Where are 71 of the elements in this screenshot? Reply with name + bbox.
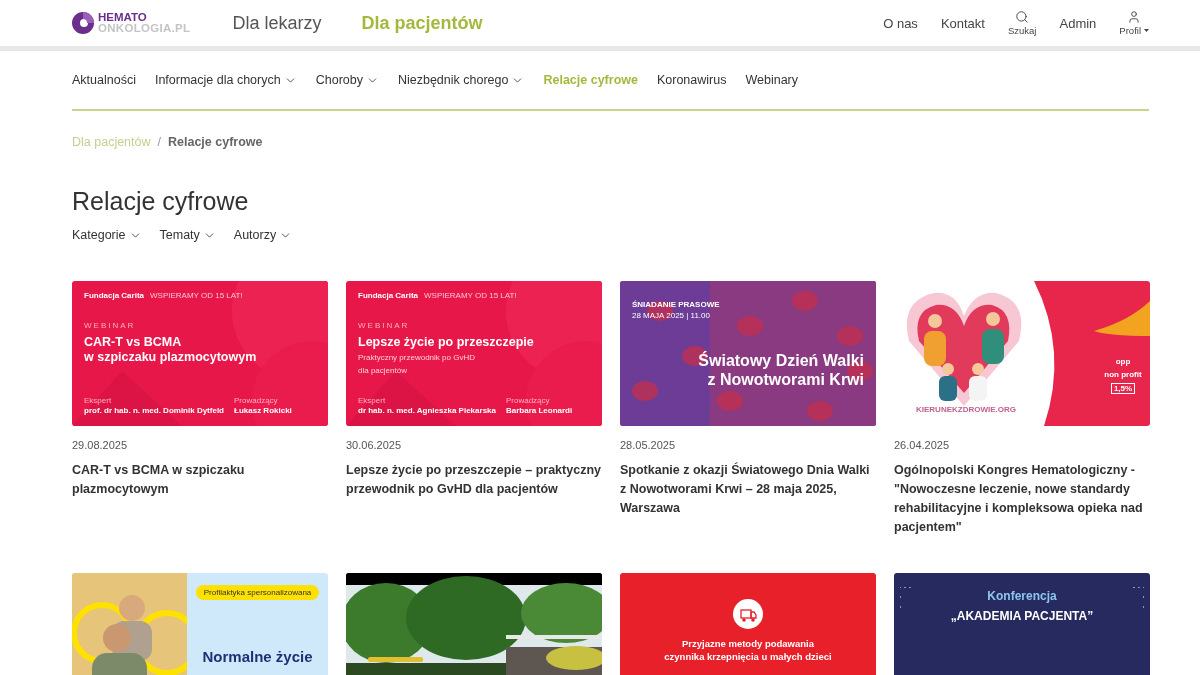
current-page-title: Relacje cyfrowe xyxy=(168,135,263,149)
breadcrumb-separator: / xyxy=(157,135,161,149)
menu-item[interactable]: Niezbędnik chorego xyxy=(397,73,525,87)
event-thumbnail[interactable]: ŚNIADANIE PRASOWE 28 MAJA 2025 | 11.00 Światowy Dzień Walki z Nowotworami Krwi xyxy=(620,281,876,426)
conference-thumbnail[interactable]: Konferencja „AKADEMIA PACJENTA” xyxy=(894,573,1150,675)
expert-name: dr hab. n. med. Agnieszka Piekarska xyxy=(358,406,496,416)
thumbnail-headline: czynnika krzepnięcia u małych dzieci xyxy=(664,650,832,663)
brand-tagline: WSPIERAMY OD 15 LAT! xyxy=(150,291,243,301)
conference-name: „AKADEMIA PACJENTA” xyxy=(950,609,1094,623)
campaign-label: opp xyxy=(1114,357,1132,366)
brand-name: Fundacja Carita xyxy=(84,291,144,301)
nav-link[interactable]: Kontakt xyxy=(940,15,985,31)
expert-label: Ekspert xyxy=(358,396,387,406)
thumbnail-headline: Lepsze życie po przeszczepie xyxy=(358,335,535,350)
brand-tagline: WSPIERAMY OD 15 LAT! xyxy=(424,291,517,301)
search-button[interactable]: Szukaj xyxy=(1007,10,1037,36)
card-date: 26.04.2025 xyxy=(894,439,951,451)
card-date: 29.08.2025 xyxy=(72,439,129,451)
webinar-tag: WEBINAR xyxy=(358,321,590,331)
thumbnail-headline: CAR-T vs BCMA xyxy=(84,335,183,350)
webinar-thumbnail[interactable]: Fundacja Carita WSPIERAMY OD 15 LAT! WEBINAR CAR-T vs BCMA w szpiczaku plazmocytowym Ekspert prof. dr hab. n. med. Dominik Dytfeld Prowadzący Łukasz Rokicki xyxy=(72,281,328,426)
thumbnail-subtitle: dla pacjentów xyxy=(358,366,408,376)
campaign-label: 1,5% xyxy=(1110,383,1136,394)
menu-item[interactable]: Aktualności xyxy=(72,73,136,87)
filter-dropdown[interactable]: Autorzy xyxy=(233,228,293,242)
expert-name: prof. dr hab. n. med. Dominik Dytfeld xyxy=(84,406,224,416)
host-name: Łukasz Rokicki xyxy=(234,406,292,416)
filter-dropdown[interactable]: Kategorie xyxy=(72,228,142,242)
webinar-thumbnail[interactable]: Fundacja Carita WSPIERAMY OD 15 LAT! WEBINAR Lepsze życie po przeszczepie Praktyczny przewodnik po GvHD dla pacjentów Ekspert dr hab. n. med. Agnieszka Piekarska Prowadzący Barbara Leonardi xyxy=(346,281,602,426)
menu-item[interactable]: Informacje dla chorych xyxy=(154,73,297,87)
card-title[interactable]: Ogólnopolski Kongres Hematologiczny - "Nowoczesne leczenie, nowe standardy rehabilitacyjne i kompleksowa opieka nad pacjentem" xyxy=(894,461,1150,537)
expert-label: Ekspert xyxy=(84,396,113,406)
user-icon xyxy=(1127,10,1142,24)
card-date: 28.05.2025 xyxy=(620,439,677,451)
topic-pill: Profilaktyka spersonalizowana xyxy=(195,585,320,600)
filter-dropdown[interactable]: Tematy xyxy=(159,228,216,242)
event-label: ŚNIADANIE PRASOWE xyxy=(632,299,721,310)
page-title: Relacje cyfrowe xyxy=(72,187,250,216)
event-time: 28 MAJA 2025 | 11.00 xyxy=(632,310,711,321)
thumbnail-subtitle: Praktyczny przewodnik po GvHD xyxy=(358,353,476,363)
site-logo[interactable]: HEMATO ONKOLOGIA.PL xyxy=(98,12,191,34)
card-date: 30.06.2025 xyxy=(346,439,403,451)
thumbnail-headline: w szpiczaku plazmocytowym xyxy=(84,350,258,365)
card-title[interactable]: CAR-T vs BCMA w szpiczaku plazmocytowym xyxy=(72,461,328,499)
search-icon xyxy=(1015,10,1030,24)
menu-item[interactable]: Webinary xyxy=(745,73,798,87)
card-title[interactable]: Spotkanie z okazji Światowego Dnia Walki z Nowotworami Krwi – 28 maja 2025, Warszawa xyxy=(620,461,876,518)
nav-link[interactable]: Admin xyxy=(1059,15,1097,31)
logo-icon xyxy=(72,12,94,34)
caret-icon xyxy=(1144,29,1149,32)
campaign-site: KIERUNEKZDROWIE.ORG xyxy=(916,405,1016,415)
card-title[interactable]: Lepsze życie po przeszczepie – praktyczny przewodnik po GvHD dla pacjentów xyxy=(346,461,602,499)
promo-thumbnail[interactable]: Profilaktyka spersonalizowana Normalne życie xyxy=(72,573,328,675)
thumbnail-headline: Normalne życie xyxy=(202,648,313,665)
menu-item[interactable]: Choroby xyxy=(315,73,379,87)
thumbnail-headline: Światowy Dzień Walki xyxy=(698,351,864,370)
thumbnail-headline: Przyjazne metody podawania xyxy=(682,637,814,650)
host-label: Prowadzący xyxy=(234,396,279,406)
webinar-tag: WEBINAR xyxy=(84,321,316,331)
thumbnail-headline: z Nowotworami Krwi xyxy=(707,370,864,389)
section-link[interactable]: Dla lekarzy xyxy=(232,12,322,34)
conference-label: Konferencja xyxy=(987,589,1057,603)
nav-link[interactable]: O nas xyxy=(883,15,918,31)
profile-menu[interactable]: Profil xyxy=(1119,10,1149,36)
campaign-label: non profit xyxy=(1103,370,1143,379)
host-name: Barbara Leonardi xyxy=(506,406,573,416)
emblem-thumbnail[interactable]: Przyjazne metody podawania czynnika krzepnięcia u małych dzieci xyxy=(620,573,876,675)
menu-item[interactable]: Koronawirus xyxy=(656,73,727,87)
brand-name: Fundacja Carita xyxy=(358,291,418,301)
truck-icon xyxy=(733,599,763,629)
host-label: Prowadzący xyxy=(506,396,551,406)
